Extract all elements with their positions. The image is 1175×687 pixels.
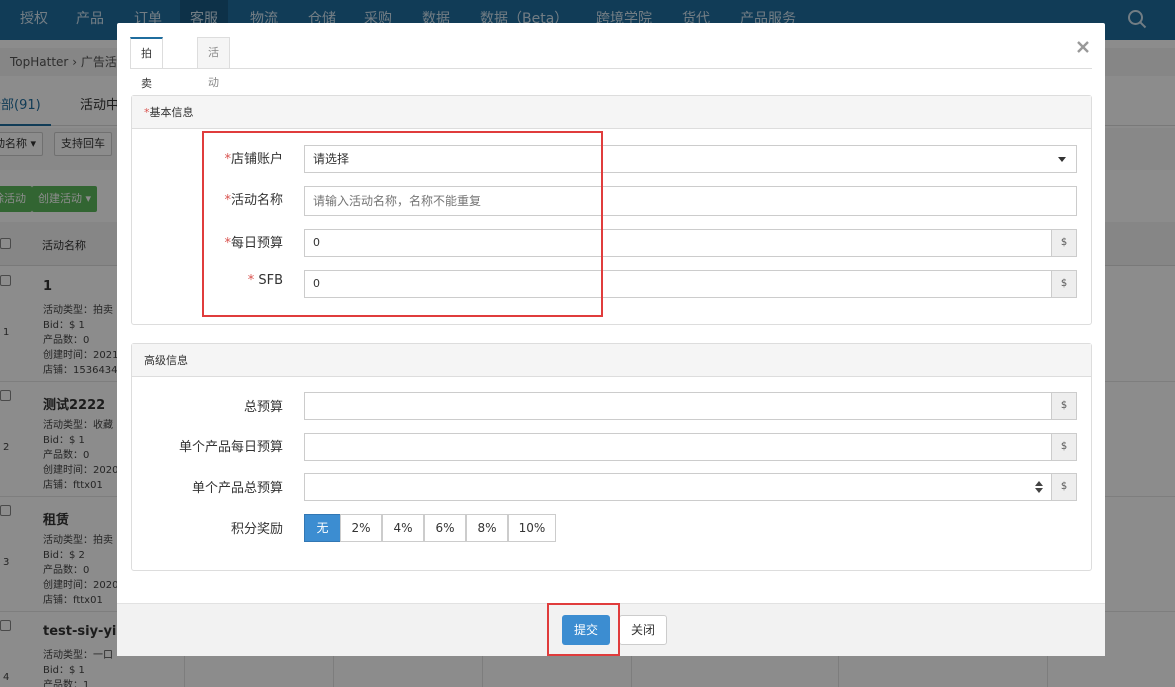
currency-addon: $ bbox=[1051, 473, 1077, 501]
close-icon[interactable] bbox=[1075, 39, 1091, 55]
points-option-10[interactable]: 10% bbox=[508, 514, 556, 542]
product-daily-budget-input[interactable] bbox=[304, 433, 1052, 461]
advanced-info-heading: 高级信息 bbox=[132, 344, 1091, 377]
points-reward-group: 无 2% 4% 6% 8% 10% bbox=[304, 514, 564, 542]
advanced-info-title: 高级信息 bbox=[144, 354, 188, 367]
points-option-8[interactable]: 8% bbox=[466, 514, 508, 542]
product-total-budget-input[interactable] bbox=[304, 473, 1052, 501]
spinner-arrows-icon[interactable] bbox=[1035, 481, 1043, 493]
chevron-down-icon bbox=[1058, 157, 1066, 162]
product-daily-budget-label: 单个产品每日预算 bbox=[178, 440, 283, 455]
close-button[interactable]: 关闭 bbox=[619, 615, 667, 645]
product-total-budget-label: 单个产品总预算 bbox=[191, 481, 283, 496]
currency-addon: $ bbox=[1051, 392, 1077, 420]
basic-info-title: 基本信息 bbox=[149, 106, 194, 119]
points-option-2[interactable]: 2% bbox=[340, 514, 382, 542]
total-budget-label: 总预算 bbox=[243, 400, 283, 415]
highlight-box-submit bbox=[547, 603, 620, 656]
points-option-6[interactable]: 6% bbox=[424, 514, 466, 542]
basic-info-heading: *基本信息 bbox=[132, 96, 1091, 129]
total-budget-input[interactable] bbox=[304, 392, 1052, 420]
currency-addon: $ bbox=[1051, 229, 1077, 257]
points-option-4[interactable]: 4% bbox=[382, 514, 424, 542]
currency-addon: $ bbox=[1051, 433, 1077, 461]
create-campaign-modal: 拍卖活动 活动表现 *基本信息 *店铺账户 请选择 *活动名称 *每日预算 0 … bbox=[117, 23, 1105, 656]
tab-auction[interactable]: 拍卖活动 bbox=[130, 37, 163, 150]
advanced-info-panel: 高级信息 总预算 $ 单个产品每日预算 $ 单个产品总预算 $ 积分奖励 无 2… bbox=[131, 343, 1092, 571]
currency-addon: $ bbox=[1051, 270, 1077, 298]
tab-performance[interactable]: 活动表现 bbox=[197, 37, 230, 149]
points-reward-label: 积分奖励 bbox=[230, 522, 283, 537]
tab-divider bbox=[130, 68, 1092, 69]
highlight-box-basic-fields bbox=[202, 131, 603, 317]
points-option-none[interactable]: 无 bbox=[304, 514, 341, 542]
